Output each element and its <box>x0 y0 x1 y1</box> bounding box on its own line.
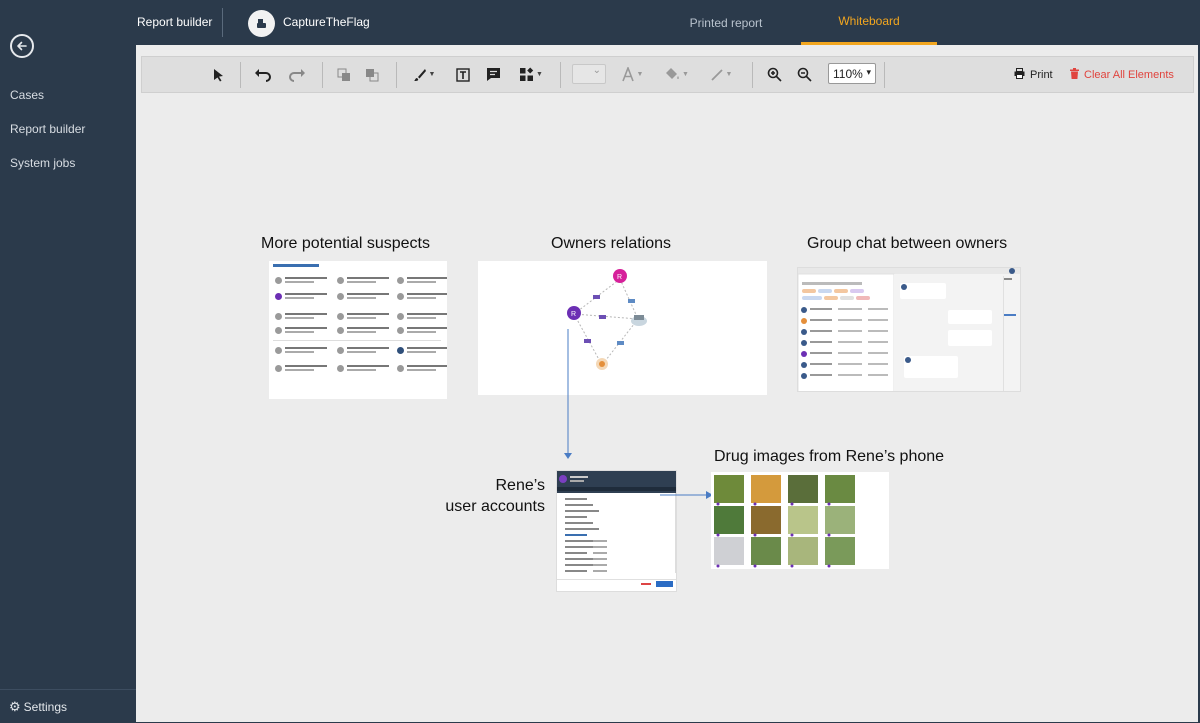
sidebar: Cases Report builder System jobs ⚙ Setti… <box>0 0 136 723</box>
sidebar-item-label: Cases <box>10 88 45 102</box>
sidebar-item-system-jobs[interactable]: System jobs <box>0 146 136 180</box>
case-name[interactable]: CaptureTheFlag <box>283 15 370 29</box>
gear-icon: ⚙ <box>9 698 21 714</box>
drug-image <box>825 475 855 503</box>
drug-image <box>714 506 744 534</box>
case-avatar[interactable] <box>248 10 275 37</box>
drug-image <box>788 475 818 503</box>
image-badge <box>716 564 720 568</box>
drug-image <box>788 537 818 565</box>
image-badge <box>790 533 794 537</box>
app-title: Report builder <box>137 15 213 29</box>
image-badge <box>753 564 757 568</box>
drug-image <box>714 475 744 503</box>
settings-button[interactable]: ⚙ Settings <box>0 689 136 723</box>
sidebar-item-cases[interactable]: Cases <box>0 78 136 112</box>
top-bar: Report builder CaptureTheFlag Printed re… <box>136 0 1200 45</box>
image-badge <box>790 502 794 506</box>
image-badge <box>790 564 794 568</box>
drug-images-grid <box>714 475 855 568</box>
image-badge <box>753 502 757 506</box>
image-badge <box>753 533 757 537</box>
sidebar-item-label: System jobs <box>10 156 76 170</box>
drug-image <box>751 537 781 565</box>
image-badge <box>827 533 831 537</box>
drug-image <box>825 506 855 534</box>
sidebar-item-label: Report builder <box>10 122 86 136</box>
image-badge <box>716 502 720 506</box>
back-button[interactable] <box>10 34 34 58</box>
arrow-left-icon <box>17 41 27 51</box>
sidebar-item-report-builder[interactable]: Report builder <box>0 112 136 146</box>
tab-whiteboard[interactable]: Whiteboard <box>801 0 937 45</box>
connector-layer <box>564 329 713 499</box>
drug-images-thumbnail[interactable] <box>711 472 889 569</box>
whiteboard-area: ▼ ▼ ▼ ▼ ▼ 110% ▾ <box>136 45 1198 722</box>
drug-image <box>714 537 744 565</box>
settings-label: Settings <box>23 699 68 714</box>
case-icon <box>257 19 266 28</box>
image-badge <box>716 533 720 537</box>
whiteboard-title: Drug images from Rene’s phone <box>714 448 945 465</box>
drug-image <box>825 537 855 565</box>
drug-image <box>751 506 781 534</box>
divider <box>222 8 223 37</box>
drug-image <box>788 506 818 534</box>
image-badge <box>827 564 831 568</box>
arrowhead <box>564 453 572 459</box>
image-badge <box>827 502 831 506</box>
drug-image <box>751 475 781 503</box>
sidebar-nav: Cases Report builder System jobs <box>0 78 136 180</box>
tab-printed-report[interactable]: Printed report <box>676 0 776 45</box>
